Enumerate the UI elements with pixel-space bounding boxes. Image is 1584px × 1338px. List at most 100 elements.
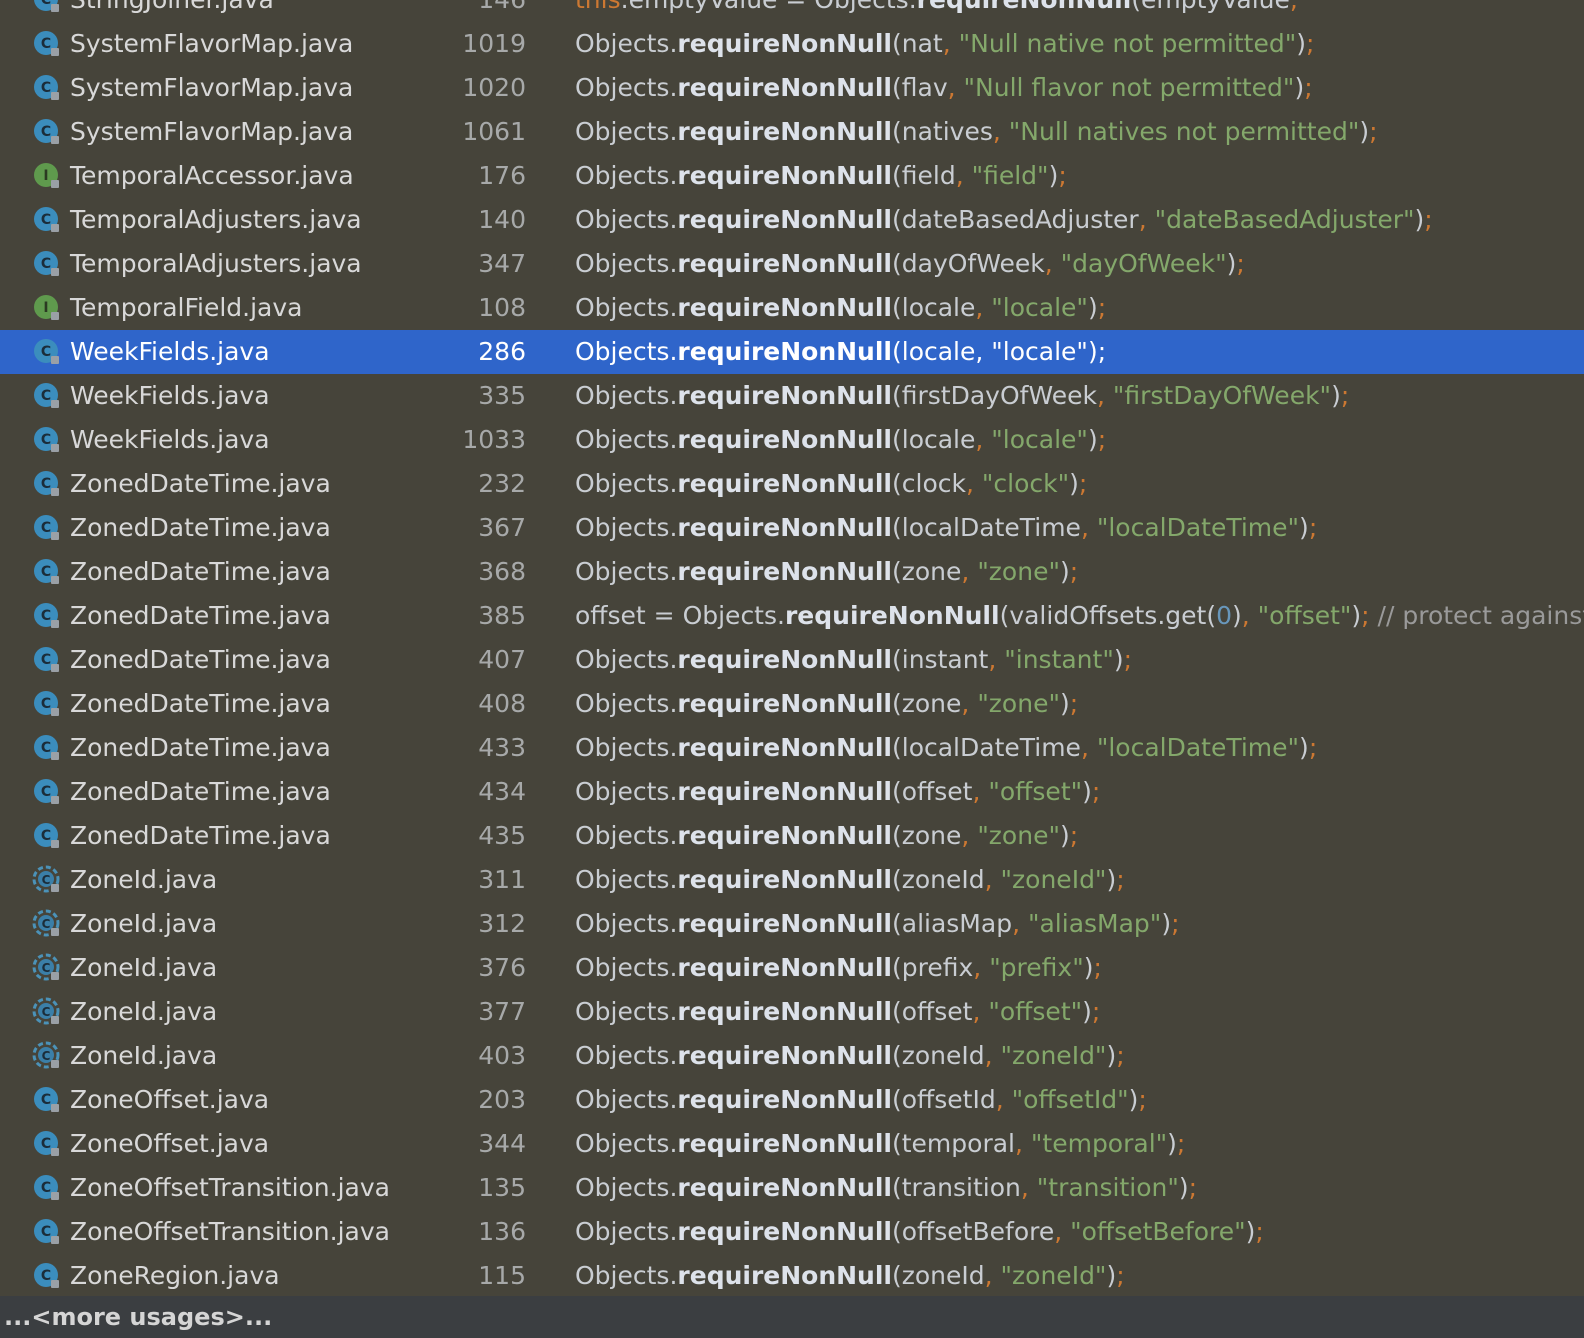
more-usages-link[interactable]: ...<more usages>... (0, 1296, 1584, 1338)
usage-row[interactable]: C ZoneId.java 312 Objects.requireNonNull(al… (0, 902, 1584, 946)
svg-text:C: C (41, 520, 51, 536)
usage-row[interactable]: C ZonedDateTime.java 433 Objects.requireNon… (0, 726, 1584, 770)
code-token: , (972, 997, 989, 1026)
code-token: , (947, 73, 964, 102)
usage-row[interactable]: C ZonedDateTime.java 407 Objects.requireNon… (0, 638, 1584, 682)
usage-row[interactable]: C ZoneOffsetTransition.java 135 Objects.req… (0, 1166, 1584, 1210)
code-token: (field (892, 161, 956, 190)
code-token: , (988, 645, 1005, 674)
method-name: requireNonNull (677, 909, 892, 938)
usage-row[interactable]: C ZoneId.java 403 Objects.requireNonNull(zo… (0, 1034, 1584, 1078)
usage-row[interactable]: C ZoneOffsetTransition.java 136 Objects.req… (0, 1210, 1584, 1254)
class-icon: C (32, 601, 62, 631)
code-token: ) (1069, 469, 1079, 498)
method-name: requireNonNull (677, 73, 892, 102)
code-token: ) (1082, 997, 1092, 1026)
code-token: ; (1091, 997, 1101, 1026)
code-token: , (972, 777, 989, 806)
usage-line-number: 347 (478, 249, 526, 278)
usage-line-number: 1061 (462, 117, 526, 146)
usage-row[interactable]: C ZoneId.java 376 Objects.requireNonNull(pr… (0, 946, 1584, 990)
usage-code-snippet: Objects.requireNonNull(clock, "clock"); (575, 462, 1087, 506)
usage-row[interactable]: C ZoneId.java 377 Objects.requireNonNull(of… (0, 990, 1584, 1034)
usage-row[interactable]: C ZoneId.java 311 Objects.requireNonNull(zo… (0, 858, 1584, 902)
usage-file-name: ZoneOffset.java (70, 1129, 270, 1158)
code-token: ) (1161, 909, 1172, 938)
usage-file-name: ZonedDateTime.java (70, 557, 331, 586)
string-literal: "zone" (977, 557, 1060, 586)
code-token: ; (1304, 73, 1313, 102)
code-token: Objects. (575, 645, 678, 674)
usage-code-snippet: Objects.requireNonNull(zoneId, "zoneId")… (575, 858, 1125, 902)
usage-row[interactable]: C ZonedDateTime.java 434 Objects.requireNon… (0, 770, 1584, 814)
code-token: ) (1359, 117, 1370, 146)
usage-row[interactable]: I TemporalField.java 108 Objects.requireNon… (0, 286, 1584, 330)
code-token: , (984, 1041, 1001, 1070)
usage-row[interactable]: C ZoneRegion.java 115 Objects.requireNonNul… (0, 1254, 1584, 1298)
usage-code-snippet: Objects.requireNonNull(prefix, "prefix")… (575, 946, 1102, 990)
usage-code-snippet: Objects.requireNonNull(nat, "Null native… (575, 22, 1314, 66)
code-token: ) (1294, 73, 1305, 102)
usage-row[interactable]: C WeekFields.java 1033 Objects.requireNonNu… (0, 418, 1584, 462)
usage-row[interactable]: C SystemFlavorMap.java 1020 Objects.require… (0, 66, 1584, 110)
usage-line-number: 376 (478, 953, 526, 982)
usage-row[interactable]: C ZonedDateTime.java 435 Objects.requireNon… (0, 814, 1584, 858)
usage-row[interactable]: C ZonedDateTime.java 385 offset = Objects.r… (0, 594, 1584, 638)
usage-code-snippet: Objects.requireNonNull(firstDayOfWeek, "… (575, 374, 1349, 418)
usage-row[interactable]: C ZonedDateTime.java 232 Objects.requireNon… (0, 462, 1584, 506)
code-token: ; (1097, 337, 1107, 366)
usage-line-number: 433 (478, 733, 526, 762)
class-icon: C (32, 1217, 62, 1247)
class-icon: C (32, 0, 62, 15)
code-token: Objects. (575, 1085, 678, 1114)
string-literal: "locale" (991, 337, 1088, 366)
code-token: (dayOfWeek (892, 249, 1045, 278)
usage-line-number: 385 (478, 601, 526, 630)
usage-line-number: 136 (478, 1217, 526, 1246)
usage-code-snippet: Objects.requireNonNull(zoneId, "zoneId")… (575, 1034, 1125, 1078)
code-token: ) (1178, 1173, 1189, 1202)
method-name: requireNonNull (677, 425, 892, 454)
usage-row[interactable]: C ZoneOffset.java 203 Objects.requireNonNul… (0, 1078, 1584, 1122)
code-token: Objects. (575, 337, 678, 366)
usage-row[interactable]: C StringJoiner.java 146 this.emptyValue = O… (0, 0, 1584, 22)
code-token: Objects. (575, 117, 678, 146)
code-token: , (975, 337, 992, 366)
code-token: this (575, 0, 621, 14)
method-name: requireNonNull (677, 161, 892, 190)
usage-row[interactable]: C ZonedDateTime.java 367 Objects.requireNon… (0, 506, 1584, 550)
class-icon: C (32, 249, 62, 279)
usage-row[interactable]: C SystemFlavorMap.java 1019 Objects.require… (0, 22, 1584, 66)
code-token: Objects. (575, 1261, 678, 1290)
svg-text:I: I (43, 300, 48, 316)
code-token: ; (1308, 733, 1318, 762)
code-token: ; (1340, 381, 1350, 410)
usage-row[interactable]: C TemporalAdjusters.java 347 Objects.requir… (0, 242, 1584, 286)
usage-row[interactable]: C WeekFields.java 335 Objects.requireNonNul… (0, 374, 1584, 418)
usage-file-name: ZoneId.java (70, 1041, 218, 1070)
class-icon: C (32, 557, 62, 587)
usage-row[interactable]: C ZoneOffset.java 344 Objects.requireNonNul… (0, 1122, 1584, 1166)
usage-line-number: 146 (478, 0, 526, 22)
usage-row[interactable]: C TemporalAdjusters.java 140 Objects.requir… (0, 198, 1584, 242)
code-token: ) (1087, 293, 1098, 322)
usage-row-selected[interactable]: C WeekFields.java 286 Objects.requireNonNul… (0, 330, 1584, 374)
code-token: Objects. (575, 249, 678, 278)
usage-row[interactable]: C ZonedDateTime.java 408 Objects.requireNon… (0, 682, 1584, 726)
code-token: ; (1255, 1217, 1264, 1246)
usage-code-snippet: Objects.requireNonNull(natives, "Null na… (575, 110, 1378, 154)
usages-list[interactable]: C StringJoiner.java 146 this.emptyValue = O… (0, 0, 1584, 1298)
code-token: Objects. (575, 997, 678, 1026)
usage-row[interactable]: C ZonedDateTime.java 368 Objects.requireNon… (0, 550, 1584, 594)
code-token: (clock (892, 469, 966, 498)
code-token: ; (1424, 205, 1433, 234)
code-token: .emptyValue = Objects. (621, 0, 917, 14)
code-token: ; (1236, 249, 1245, 278)
code-token: ) (1059, 689, 1070, 718)
usage-row[interactable]: C SystemFlavorMap.java 1061 Objects.require… (0, 110, 1584, 154)
string-literal: "zoneId" (1000, 1041, 1107, 1070)
code-token: Objects. (575, 425, 678, 454)
usage-row[interactable]: I TemporalAccessor.java 176 Objects.require… (0, 154, 1584, 198)
usage-code-snippet: Objects.requireNonNull(offsetBefore, "of… (575, 1210, 1264, 1254)
code-token: , (1020, 1173, 1037, 1202)
